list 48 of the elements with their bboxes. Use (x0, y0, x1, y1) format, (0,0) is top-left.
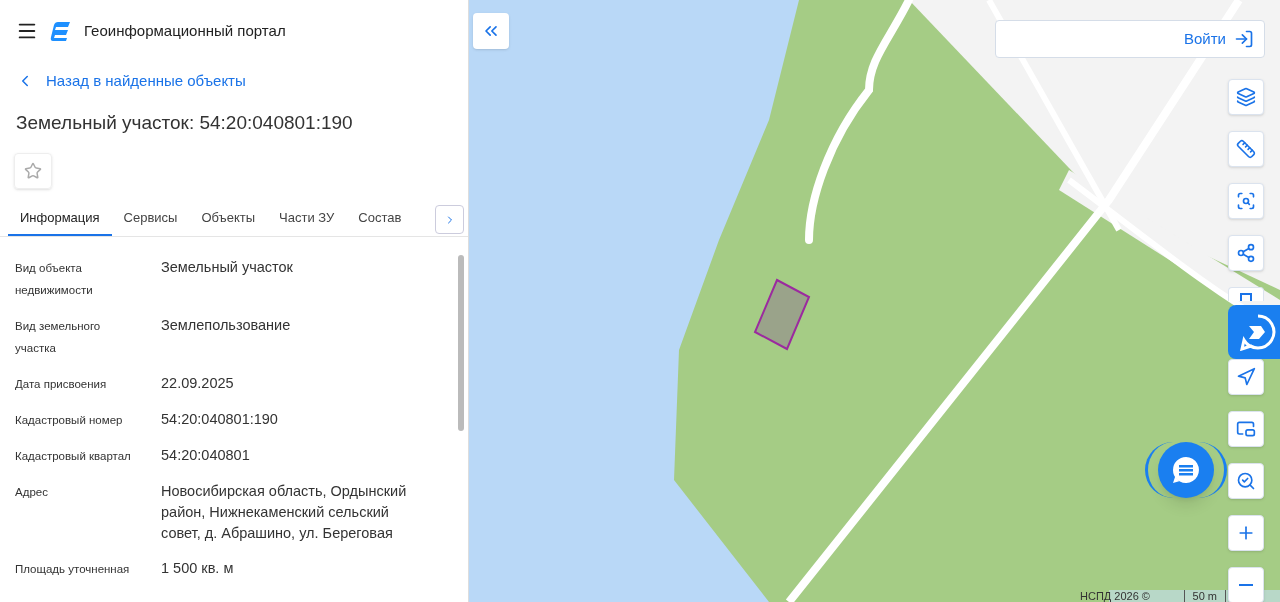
property-value: 54:20:040801 (161, 446, 251, 465)
side-tab[interactable] (1228, 305, 1280, 359)
map-tool-button[interactable] (1228, 567, 1264, 602)
property-label: Вид земельного участка (15, 319, 102, 356)
property-value: 1 500 кв. м (161, 559, 235, 578)
collapse-panel-button[interactable] (473, 13, 509, 49)
property-label: Вид объекта недвижимости (15, 261, 94, 298)
tab[interactable]: Сервисы (111, 201, 190, 236)
map-tool-button[interactable] (1228, 515, 1264, 551)
back-link[interactable]: Назад в найденные объекты (0, 70, 262, 93)
area-search-icon (1236, 191, 1256, 211)
logo-icon (50, 20, 72, 42)
property-value: 22.09.2025 (161, 374, 235, 393)
property-label: Дата присвоения (15, 377, 108, 392)
map-tool-button[interactable] (1228, 287, 1264, 301)
property-label: Адрес (15, 485, 49, 500)
property-label: Кадастровый квартал (15, 449, 132, 464)
scrollbar[interactable] (458, 255, 464, 431)
tab[interactable]: Части ЗУ (267, 201, 347, 236)
tab[interactable]: Состав (346, 201, 414, 236)
object-title: Земельный участок: 54:20:040801:190 (15, 110, 354, 135)
property-value: Новосибирская область, Ордынский район, Нижнекаменский сельский совет, д. Абрашино, ул. Береговая (161, 482, 408, 543)
map-tool-button[interactable] (1228, 183, 1264, 219)
ruler-icon (1236, 139, 1256, 159)
property-value: Землепользование (161, 316, 292, 335)
map-tool-button[interactable] (1228, 235, 1264, 271)
tab[interactable]: Информация (8, 201, 112, 236)
portal-title: Геоинформационный портал (84, 20, 286, 41)
attribution-text: НСПД 2026 © (1080, 590, 1150, 602)
map-tool-button[interactable] (1228, 411, 1264, 447)
login-button[interactable]: Войти (995, 20, 1265, 58)
map-tool-button[interactable] (1228, 131, 1264, 167)
property-value: 54:20:040801:190 (161, 410, 279, 429)
picture-in-picture-icon (1236, 419, 1256, 439)
map-tool-button[interactable] (1228, 79, 1264, 115)
layers-icon (1236, 87, 1256, 107)
chat-icon (1171, 455, 1201, 485)
property-label: Кадастровый номер (15, 413, 124, 428)
property-label: Площадь уточненная (15, 562, 131, 577)
property-value: Земельный участок (161, 258, 294, 277)
tab[interactable]: Объекты (189, 201, 268, 236)
location-search-icon (1236, 471, 1256, 491)
navigation-icon (1236, 367, 1256, 387)
map-tool-button[interactable] (1228, 463, 1264, 499)
scale-bar: 50 m (1183, 590, 1226, 602)
share-icon (1236, 243, 1256, 263)
map-tool-button[interactable] (1228, 359, 1264, 395)
login-icon (1234, 29, 1254, 49)
